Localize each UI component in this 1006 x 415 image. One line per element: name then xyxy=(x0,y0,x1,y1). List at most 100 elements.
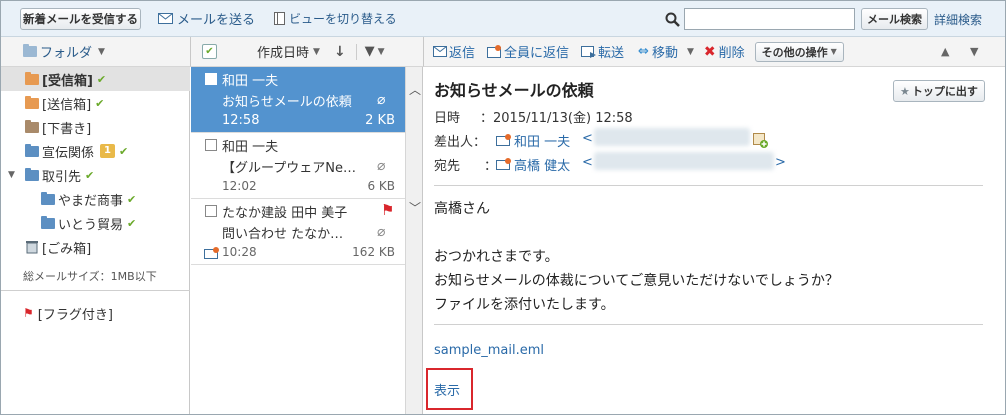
check-icon: ✔ xyxy=(127,192,137,206)
folder-icon xyxy=(23,44,37,57)
top-toolbar: 新着メールを受信する メールを送る ビューを切り替える メール検索 詳細検索 xyxy=(1,1,1005,37)
move-button[interactable]: ⇔ 移動 ▼ xyxy=(638,42,694,61)
folder-advertising[interactable]: 宣伝関係 1 ✔ xyxy=(1,139,190,163)
redacted-from-address xyxy=(594,128,750,146)
folder-trash[interactable]: [ごみ箱] xyxy=(1,235,190,259)
message-time: 12:02 xyxy=(222,179,257,193)
chevron-down-icon[interactable]: ▼ xyxy=(98,47,105,57)
message-size: 6 KB xyxy=(367,179,395,193)
next-arrow-icon[interactable]: ▼ xyxy=(970,45,978,58)
detail-search-link[interactable]: 詳細検索 xyxy=(934,10,982,28)
other-actions-label: その他の操作 xyxy=(761,45,828,59)
message-checkbox[interactable] xyxy=(205,73,217,85)
folder-label: [受信箱] xyxy=(42,73,93,89)
folder-label: やまだ商事 xyxy=(58,193,124,209)
message-subject: お知らせメールの依頼 xyxy=(222,95,352,110)
message-checkbox[interactable] xyxy=(205,205,217,217)
folder-yamada[interactable]: やまだ商事 ✔ xyxy=(1,187,190,211)
flag-icon[interactable]: ⚑ xyxy=(381,201,394,219)
message-size: 162 KB xyxy=(352,245,395,259)
folder-clients[interactable]: ▼ 取引先 ✔ xyxy=(1,163,190,187)
send-mail-label: メールを送る xyxy=(177,12,256,28)
filter-chevron-icon[interactable]: ▼ xyxy=(378,47,385,57)
folder-drafts[interactable]: [下書き] xyxy=(1,115,190,139)
folder-sent[interactable]: [送信箱] ✔ xyxy=(1,91,190,115)
sort-label[interactable]: 作成日時 xyxy=(257,42,309,61)
check-icon: ✔ xyxy=(127,216,137,230)
body-line: ファイルを添付いたします。 xyxy=(434,297,615,313)
bring-to-top-button[interactable]: ★ トップに出す xyxy=(893,80,985,102)
message-item[interactable]: 和田 一夫 お知らせメールの依頼 ⌀ 12:58 2 KB xyxy=(191,67,405,133)
receive-mail-button[interactable]: 新着メールを受信する xyxy=(20,8,141,30)
search-input[interactable] xyxy=(684,8,855,30)
attachment-link[interactable]: sample_mail.eml xyxy=(434,343,544,358)
flag-icon: ⚑ xyxy=(23,306,34,320)
message-from: 和田 一夫 xyxy=(222,140,279,155)
message-checkbox[interactable] xyxy=(205,139,217,151)
list-column-header: ✔ 作成日時 ▼ ↓ ▼ ▼ xyxy=(191,37,424,67)
divider xyxy=(355,43,357,60)
scroll-up-icon[interactable]: ︿ xyxy=(409,81,421,98)
folder-header-label[interactable]: フォルダ xyxy=(40,42,92,61)
mail-app-window: 新着メールを受信する メールを送る ビューを切り替える メール検索 詳細検索 フ… xyxy=(0,0,1006,415)
folder-label: 宣伝関係 xyxy=(42,145,95,161)
reply-all-button[interactable]: 全員に返信 xyxy=(487,42,569,61)
switch-view-link[interactable]: ビューを切り替える xyxy=(274,9,397,27)
mail-search-button[interactable]: メール検索 xyxy=(861,8,928,30)
folder-inbox[interactable]: [受信箱] ✔ xyxy=(1,67,190,91)
collapse-triangle-icon[interactable]: ▼ xyxy=(8,170,23,180)
person-card-icon xyxy=(496,158,511,170)
forward-button[interactable]: 転送 xyxy=(581,42,624,61)
sort-chevron-icon[interactable]: ▼ xyxy=(313,47,320,57)
message-from: 和田 一夫 xyxy=(222,74,279,89)
attachment-icon: ⌀ xyxy=(377,158,386,174)
body-line: おつかれさまです。 xyxy=(434,249,559,265)
date-label: 日時 xyxy=(434,111,461,126)
sort-direction-icon[interactable]: ↓ xyxy=(334,44,346,60)
to-name-link[interactable]: 高橋 健太 xyxy=(514,155,570,174)
folder-icon xyxy=(25,167,39,181)
trash-icon xyxy=(26,241,38,254)
reply-icon xyxy=(433,46,447,57)
message-item[interactable]: 和田 一夫 【グループウェアNe… ⌀ 12:02 6 KB xyxy=(191,133,405,199)
body-line: 高橋さん xyxy=(434,201,490,217)
redacted-to-address xyxy=(594,152,774,170)
to-label: 宛先 xyxy=(434,159,461,174)
other-actions-button[interactable]: その他の操作 ▼ xyxy=(754,41,844,62)
filter-icon[interactable]: ▼ xyxy=(365,44,375,59)
check-icon: ✔ xyxy=(85,168,95,182)
divider xyxy=(434,324,983,325)
message-item[interactable]: たなか建設 田中 美子 ⚑ 問い合わせ たなか… ⌀ 10:28 162 KB xyxy=(191,199,405,265)
search-icon xyxy=(665,12,680,27)
select-all-checkbox[interactable]: ✔ xyxy=(202,44,217,59)
folder-label: いとう貿易 xyxy=(58,217,124,233)
folder-icon xyxy=(25,143,39,157)
show-attachment-link[interactable]: 表示 xyxy=(434,380,460,399)
scroll-down-icon[interactable]: ﹀ xyxy=(409,199,421,216)
check-icon: ✔ xyxy=(96,72,107,86)
mail-subject: お知らせメールの依頼 xyxy=(434,81,594,100)
previous-arrow-icon[interactable]: ▲ xyxy=(941,45,949,58)
add-contact-icon[interactable] xyxy=(753,133,768,148)
mail-view: お知らせメールの依頼 ★ トップに出す 日時 ：2015/11/13(金) 12… xyxy=(424,67,1005,414)
from-name-link[interactable]: 和田 一夫 xyxy=(514,131,570,150)
attachment-icon: ⌀ xyxy=(377,224,386,240)
bring-to-top-label: トップに出す xyxy=(911,85,978,98)
send-mail-link[interactable]: メールを送る xyxy=(158,9,256,28)
folder-column-header: フォルダ ▼ xyxy=(1,37,191,67)
action-toolbar: 返信 全員に返信 転送 ⇔ 移動 ▼ ✖ 削除 その他の操作 ▼ ▲ ▼ xyxy=(424,37,1005,67)
folder-flagged[interactable]: ⚑ [フラグ付き] xyxy=(1,301,190,325)
sent-folder-icon xyxy=(25,95,39,109)
folder-label: [フラグ付き] xyxy=(37,307,113,323)
body-line: お知らせメールの体裁についてご意見いただけないでしょうか？ xyxy=(434,273,839,289)
total-mail-size: 総メールサイズ：1MB以下 xyxy=(23,270,157,283)
detail-search-label: 詳細検索 xyxy=(934,12,983,27)
reply-button[interactable]: 返信 xyxy=(433,42,475,61)
folder-ito[interactable]: いとう貿易 ✔ xyxy=(1,211,190,235)
move-label: 移動 xyxy=(651,46,678,61)
message-list-scrollbar[interactable]: ︿ ﹀ xyxy=(405,67,423,414)
folder-panel: [受信箱] ✔ [送信箱] ✔ [下書き] 宣伝関係 1 ✔ ▼ 取引先 ✔ や… xyxy=(1,67,190,414)
date-value: ：2015/11/13(金) 12:58 xyxy=(480,111,633,126)
forward-icon xyxy=(581,45,597,58)
delete-button[interactable]: ✖ 削除 xyxy=(704,42,745,62)
